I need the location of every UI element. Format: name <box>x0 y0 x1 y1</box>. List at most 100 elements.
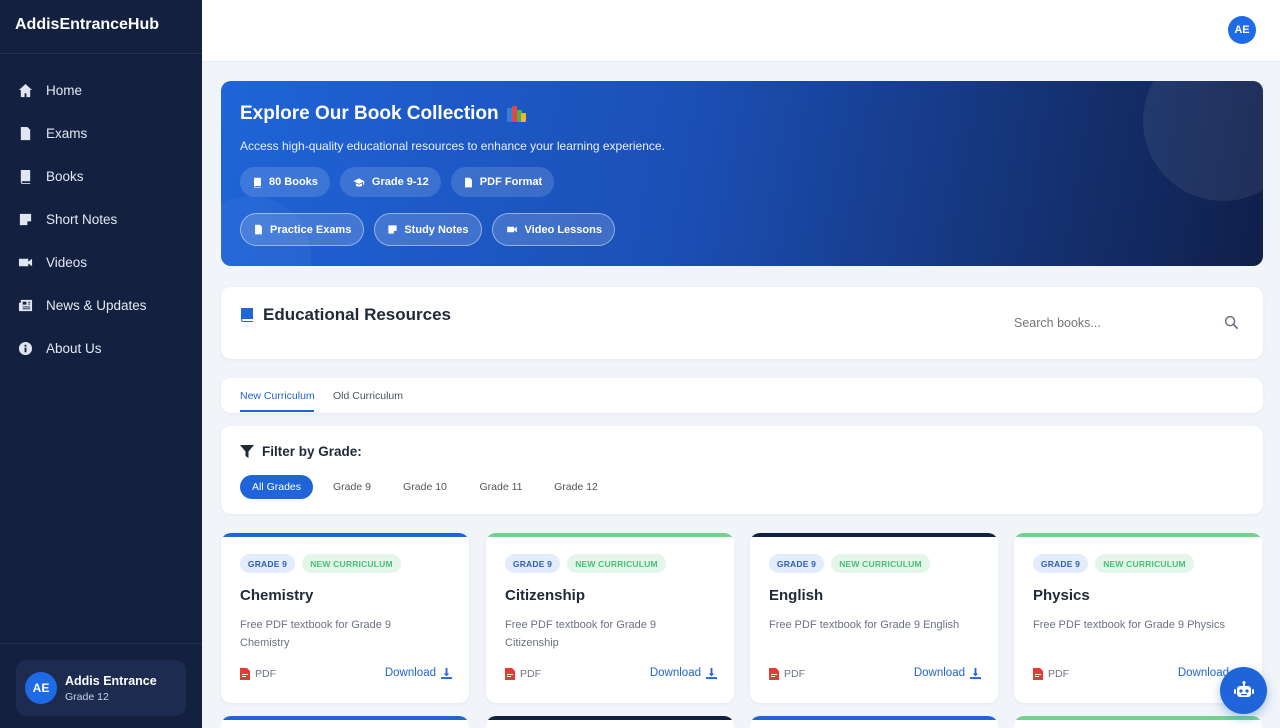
card-accent-bar <box>486 533 734 537</box>
download-icon <box>441 667 452 679</box>
book-card[interactable] <box>486 716 734 728</box>
grade-chip-9[interactable]: Grade 9 <box>323 475 381 499</box>
tab-old-curriculum[interactable]: Old Curriculum <box>333 390 403 402</box>
stat-books-badge: 80 Books <box>240 167 330 197</box>
filter-icon <box>240 445 254 458</box>
stat-label: Grade 9-12 <box>371 176 429 188</box>
grade-chip-11[interactable]: Grade 11 <box>471 475 531 499</box>
decorative-circle <box>1143 81 1263 201</box>
book-card[interactable]: GRADE 9 NEW CURRICULUM Citizenship Free … <box>486 533 734 703</box>
sidebar: AddisEntranceHub Home Exams Books Short … <box>0 0 202 728</box>
grade-chip-12[interactable]: Grade 12 <box>546 475 606 499</box>
book-title: Physics <box>1033 587 1090 604</box>
book-title: Chemistry <box>240 587 314 604</box>
note-icon <box>388 225 397 234</box>
format-label: PDF <box>1033 668 1069 680</box>
user-grade: Grade 12 <box>65 690 109 703</box>
download-button[interactable]: Download <box>385 667 452 679</box>
format-label: PDF <box>505 668 541 680</box>
sidebar-item-videos[interactable]: Videos <box>0 241 202 284</box>
search-icon[interactable] <box>1224 315 1239 330</box>
practice-exams-button[interactable]: Practice Exams <box>240 213 365 246</box>
sidebar-item-label: Short Notes <box>46 212 118 227</box>
hero-subtitle: Access high-quality educational resource… <box>240 139 665 153</box>
pdf-file-icon <box>769 668 779 680</box>
book-description: Free PDF textbook for Grade 9 English <box>769 619 960 631</box>
curriculum-badge: NEW CURRICULUM <box>567 554 666 573</box>
search-input[interactable] <box>1014 311 1239 335</box>
curriculum-badge: NEW CURRICULUM <box>302 554 401 573</box>
books-emoji-icon <box>506 106 526 122</box>
tab-new-curriculum[interactable]: New Curriculum <box>240 390 315 402</box>
grade-badge: GRADE 9 <box>1033 554 1088 573</box>
section-title: Educational Resources <box>240 305 451 325</box>
button-label: Practice Exams <box>270 223 352 236</box>
format-text: PDF <box>520 668 541 680</box>
graduation-cap-icon <box>353 177 365 187</box>
book-icon <box>17 169 33 185</box>
button-label: Video Lessons <box>524 223 602 236</box>
sidebar-item-label: About Us <box>46 341 102 356</box>
sidebar-item-books[interactable]: Books <box>0 155 202 198</box>
sidebar-item-exams[interactable]: Exams <box>0 112 202 155</box>
sidebar-item-label: Exams <box>46 126 88 141</box>
sidebar-item-news[interactable]: News & Updates <box>0 284 202 327</box>
card-accent-bar <box>750 716 998 720</box>
book-description: Free PDF textbook for Grade 9 Chemistry <box>240 619 392 649</box>
sidebar-item-home[interactable]: Home <box>0 69 202 112</box>
download-icon <box>706 667 717 679</box>
video-lessons-button[interactable]: Video Lessons <box>491 213 615 246</box>
home-icon <box>17 83 33 99</box>
sidebar-item-label: Books <box>46 169 84 184</box>
download-label: Download <box>649 667 701 679</box>
format-label: PDF <box>240 668 276 680</box>
sidebar-item-label: News & Updates <box>46 298 147 313</box>
stat-label: 80 Books <box>269 176 318 188</box>
user-profile-card[interactable]: AE Addis Entrance Grade 12 <box>16 660 186 716</box>
stat-format-badge: PDF Format <box>450 167 555 197</box>
book-card[interactable] <box>221 716 469 728</box>
download-label: Download <box>913 667 965 679</box>
grade-filter-card: Filter by Grade: All Grades Grade 9 Grad… <box>221 426 1263 514</box>
pdf-file-icon <box>464 177 472 187</box>
hero-links: Practice Exams Study Notes Video Lessons <box>240 213 615 246</box>
format-text: PDF <box>784 668 805 680</box>
chatbot-button[interactable] <box>1220 667 1267 714</box>
avatar: AE <box>25 672 57 704</box>
hero-title: Explore Our Book Collection <box>240 103 526 125</box>
sidebar-item-about[interactable]: About Us <box>0 327 202 370</box>
grade-badge: GRADE 9 <box>505 554 560 573</box>
book-icon <box>254 177 261 188</box>
sidebar-item-short-notes[interactable]: Short Notes <box>0 198 202 241</box>
top-avatar[interactable]: AE <box>1228 16 1256 44</box>
card-accent-bar <box>750 533 998 537</box>
robot-icon <box>1233 680 1254 697</box>
download-button[interactable]: Download <box>650 667 717 679</box>
book-card[interactable] <box>1014 716 1262 728</box>
note-icon <box>17 212 33 228</box>
button-label: Study Notes <box>404 223 469 236</box>
grade-chip-10[interactable]: Grade 10 <box>395 475 455 499</box>
user-name: Addis Entrance <box>65 673 157 688</box>
resources-header-card: Educational Resources <box>221 287 1263 359</box>
hero-stats: 80 Books Grade 9-12 PDF Format <box>240 167 555 197</box>
format-label: PDF <box>769 668 805 680</box>
download-icon <box>970 667 981 679</box>
pdf-file-icon <box>505 668 515 680</box>
stat-grades-badge: Grade 9-12 <box>339 167 441 197</box>
book-card[interactable]: GRADE 9 NEW CURRICULUM English Free PDF … <box>750 533 998 703</box>
grade-chip-all[interactable]: All Grades <box>240 475 313 499</box>
curriculum-tabs: New Curriculum Old Curriculum <box>221 378 1263 413</box>
book-card[interactable] <box>750 716 998 728</box>
curriculum-badge: NEW CURRICULUM <box>1095 554 1194 573</box>
book-description: Free PDF textbook for Grade 9 Physics <box>1033 619 1225 631</box>
info-icon <box>17 341 33 357</box>
download-button[interactable]: Download <box>914 667 981 679</box>
brand-logo[interactable]: AddisEntranceHub <box>0 0 202 54</box>
card-accent-bar <box>221 716 469 720</box>
study-notes-button[interactable]: Study Notes <box>374 213 482 246</box>
download-label: Download <box>384 667 436 679</box>
section-title-text: Educational Resources <box>263 305 452 324</box>
book-card[interactable]: GRADE 9 NEW CURRICULUM Chemistry Free PD… <box>221 533 469 703</box>
video-icon <box>17 255 33 271</box>
